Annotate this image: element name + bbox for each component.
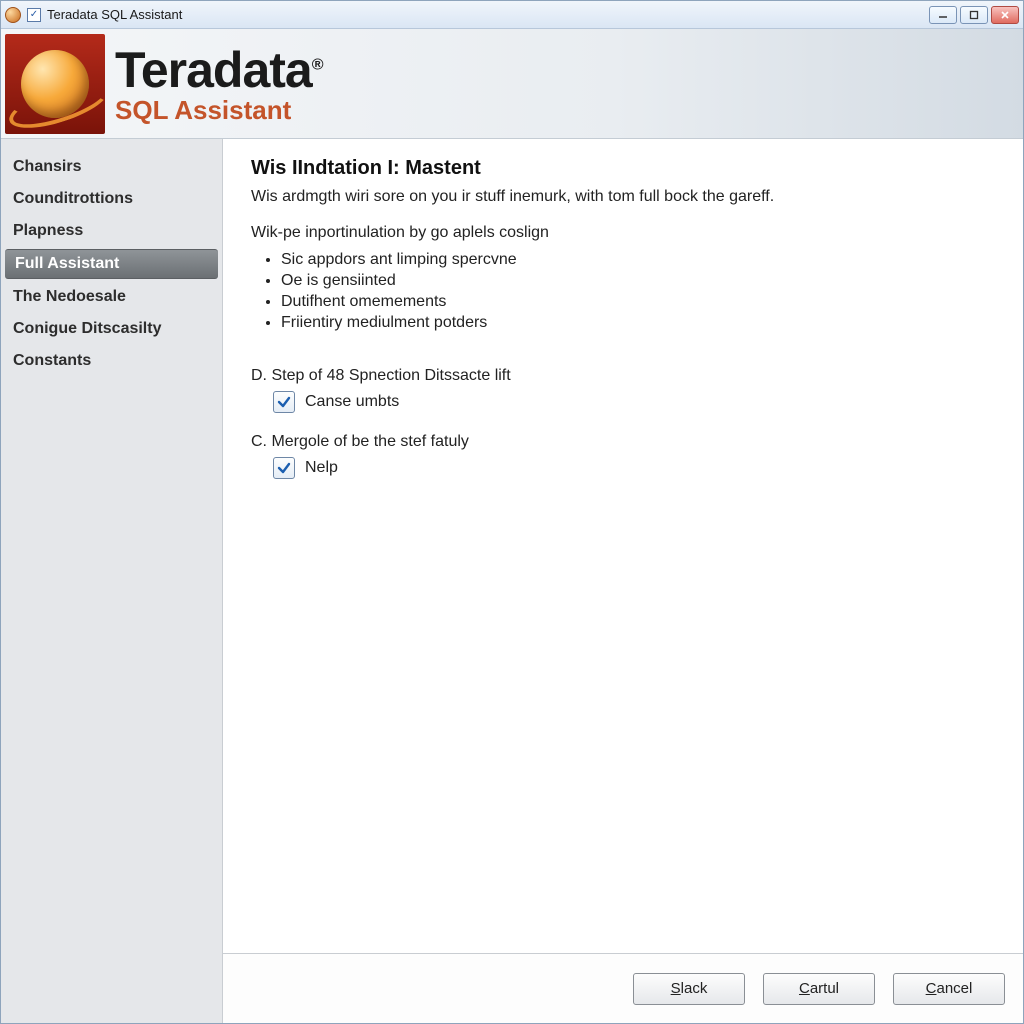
- option-d-checkbox[interactable]: [273, 391, 295, 413]
- page-heading: Wis IIndtation I: Mastent: [251, 157, 995, 180]
- sidebar: Chansirs Counditrottions Plapness Full A…: [1, 139, 223, 1023]
- option-c-row: Nelp: [273, 457, 995, 479]
- minimize-button[interactable]: [929, 6, 957, 24]
- back-button[interactable]: Slack: [633, 973, 745, 1005]
- next-rest: artul: [810, 980, 839, 997]
- sidebar-item-constants[interactable]: Constants: [1, 345, 222, 377]
- sidebar-item-label: Chansirs: [13, 158, 81, 175]
- page-subhead: Wik-pe inportinulation by go aplels cosl…: [251, 224, 995, 242]
- sidebar-item-full-assistant[interactable]: Full Assistant: [5, 249, 218, 279]
- option-c-checkbox-label: Nelp: [305, 459, 338, 477]
- page-intro: Wis ardmgth wiri sore on you ir stuff in…: [251, 188, 995, 206]
- list-item: Oe is gensiinted: [281, 272, 995, 290]
- wizard-footer: Slack Cartul Cancel: [223, 953, 1023, 1023]
- list-item: Dutifhent omemements: [281, 293, 995, 311]
- sidebar-item-label: Constants: [13, 352, 91, 369]
- titlebar: ✓ Teradata SQL Assistant: [1, 1, 1023, 29]
- brand-banner: Teradata® SQL Assistant: [1, 29, 1023, 139]
- sidebar-item-label: Conigue Ditscasilty: [13, 320, 161, 337]
- close-button[interactable]: [991, 6, 1019, 24]
- content-panel: Wis IIndtation I: Mastent Wis ardmgth wi…: [223, 139, 1023, 1023]
- back-rest: lack: [681, 980, 708, 997]
- option-c-checkbox[interactable]: [273, 457, 295, 479]
- list-item: Friientiry mediulment potders: [281, 314, 995, 332]
- brand-name: Teradata®: [115, 45, 323, 95]
- sidebar-item-label: Counditrottions: [13, 190, 133, 207]
- cancel-rest: ancel: [936, 980, 972, 997]
- sidebar-item-label: The Nedoesale: [13, 288, 126, 305]
- option-d-checkbox-label: Canse umbts: [305, 393, 399, 411]
- registered-mark: ®: [312, 56, 323, 73]
- sidebar-item-label: Plapness: [13, 222, 83, 239]
- sidebar-item-conigue-ditscasilty[interactable]: Conigue Ditscasilty: [1, 313, 222, 345]
- app-check-icon: ✓: [27, 8, 41, 22]
- cancel-button[interactable]: Cancel: [893, 973, 1005, 1005]
- bullet-list: Sic appdors ant limping spercvne Oe is g…: [281, 248, 995, 335]
- sidebar-item-the-nedoesale[interactable]: The Nedoesale: [1, 281, 222, 313]
- list-item: Sic appdors ant limping spercvne: [281, 251, 995, 269]
- maximize-button[interactable]: [960, 6, 988, 24]
- window-controls: [929, 6, 1019, 24]
- brand-name-text: Teradata: [115, 42, 312, 98]
- brand-text: Teradata® SQL Assistant: [115, 45, 323, 123]
- cancel-hotkey: C: [926, 980, 937, 997]
- back-hotkey: S: [671, 980, 681, 997]
- sidebar-item-plapness[interactable]: Plapness: [1, 215, 222, 247]
- sidebar-item-chansirs[interactable]: Chansirs: [1, 151, 222, 183]
- body: Chansirs Counditrottions Plapness Full A…: [1, 139, 1023, 1023]
- option-c-label: C. Mergole of be the stef fatuly: [251, 433, 995, 451]
- sidebar-item-counditrottions[interactable]: Counditrottions: [1, 183, 222, 215]
- option-d-row: Canse umbts: [273, 391, 995, 413]
- next-hotkey: C: [799, 980, 810, 997]
- brand-product: SQL Assistant: [115, 97, 323, 123]
- app-orb-icon: [5, 7, 21, 23]
- brand-logo-tile: [5, 34, 105, 134]
- window-title: Teradata SQL Assistant: [47, 7, 182, 22]
- next-button[interactable]: Cartul: [763, 973, 875, 1005]
- option-d-label: D. Step of 48 Spnection Ditssacte lift: [251, 367, 995, 385]
- app-window: ✓ Teradata SQL Assistant Teradata® SQL A…: [0, 0, 1024, 1024]
- brand-orb-icon: [21, 50, 89, 118]
- sidebar-item-label: Full Assistant: [15, 255, 119, 272]
